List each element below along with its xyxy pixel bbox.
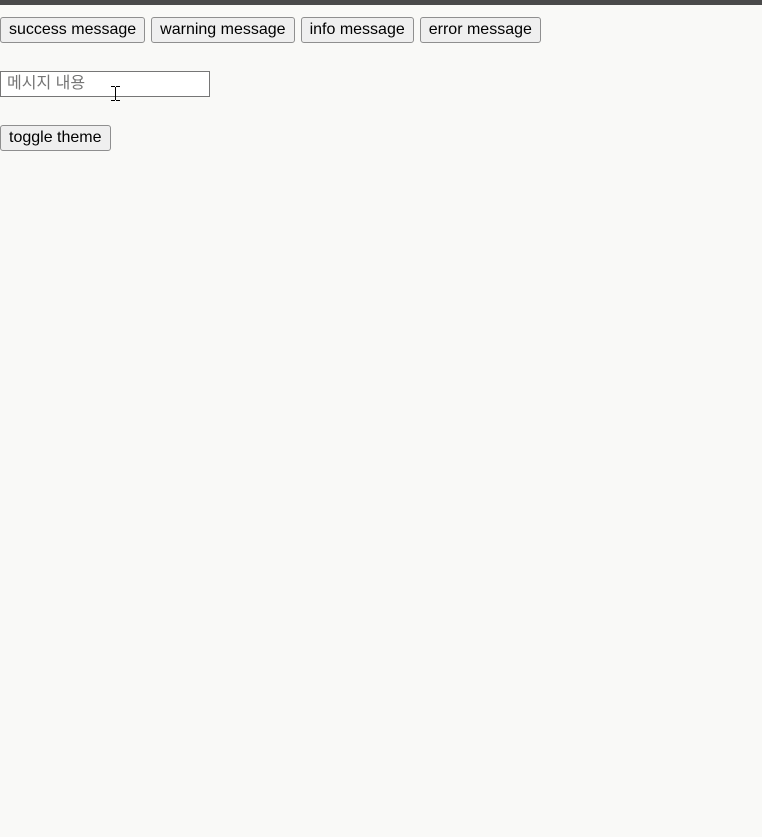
content-area: success message warning message info mes… bbox=[0, 5, 762, 151]
message-input-row bbox=[0, 71, 762, 97]
warning-message-button[interactable]: warning message bbox=[151, 17, 294, 43]
info-message-button[interactable]: info message bbox=[301, 17, 414, 43]
toggle-theme-row: toggle theme bbox=[0, 125, 762, 151]
success-message-button[interactable]: success message bbox=[0, 17, 145, 43]
message-input[interactable] bbox=[0, 71, 210, 97]
message-button-row: success message warning message info mes… bbox=[0, 17, 762, 43]
toggle-theme-button[interactable]: toggle theme bbox=[0, 125, 111, 151]
error-message-button[interactable]: error message bbox=[420, 17, 541, 43]
